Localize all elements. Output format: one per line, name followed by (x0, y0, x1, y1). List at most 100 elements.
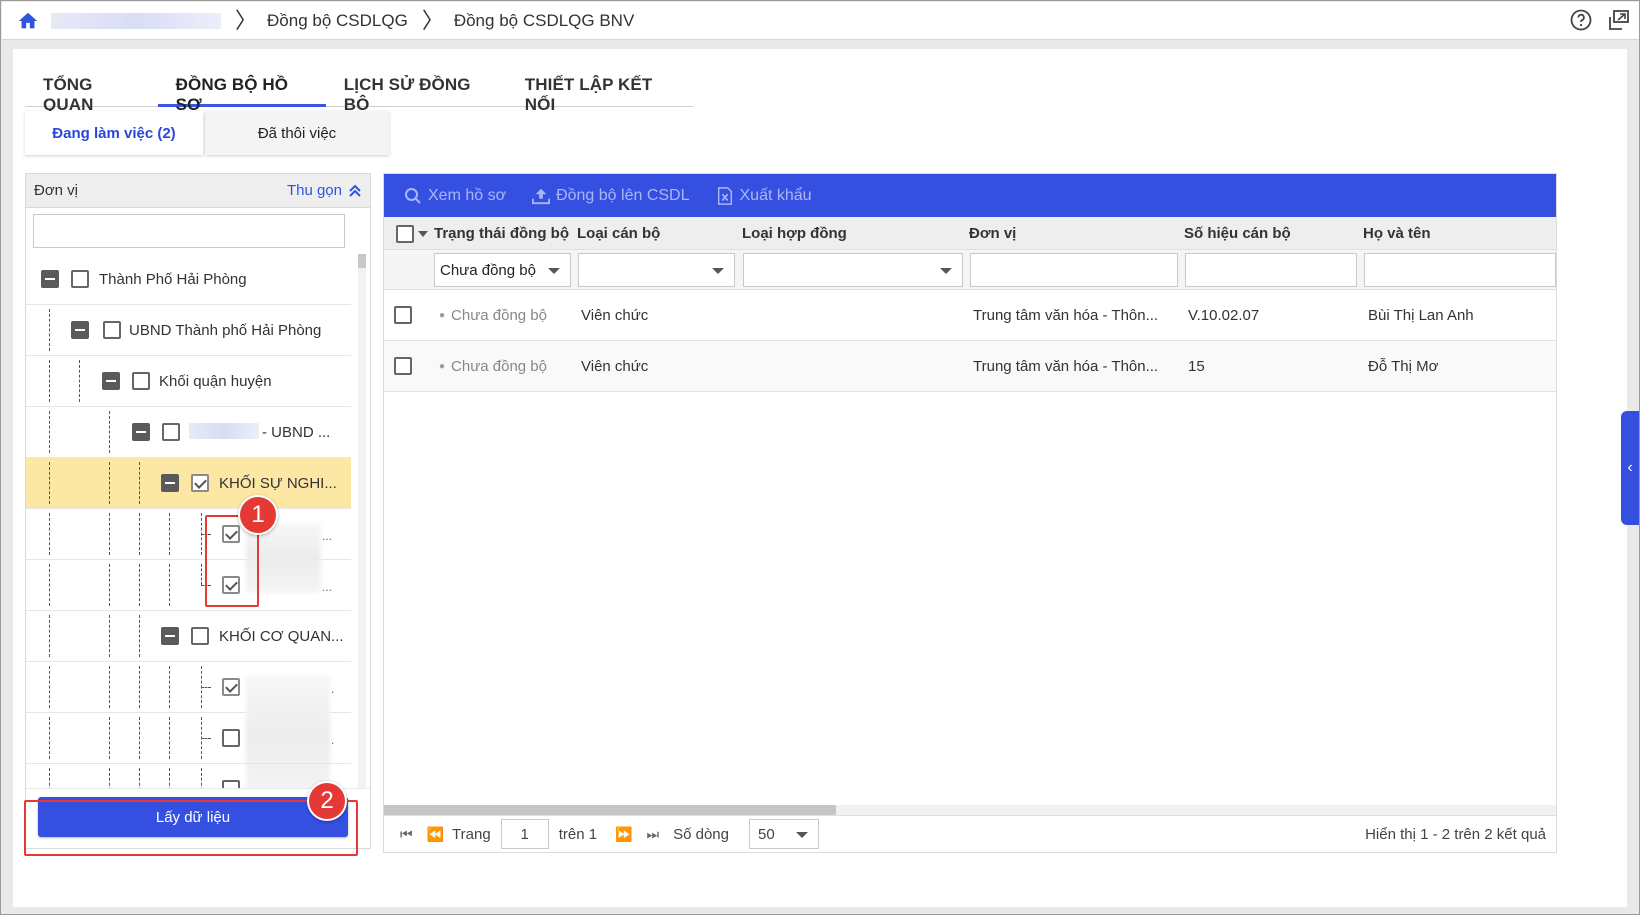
tree-checkbox[interactable] (132, 372, 150, 390)
tree-node-khoi-su-nghiep[interactable]: KHỐI SỰ NGHI... (26, 458, 351, 509)
select-menu-caret-icon[interactable] (418, 231, 428, 237)
export-label: Xuất khẩu (739, 186, 812, 204)
subtab-quit[interactable]: Đã thôi việc (205, 111, 389, 155)
next-page-icon[interactable]: ⏩ (615, 826, 632, 843)
collapse-node-icon[interactable] (71, 321, 89, 339)
status-filter-select[interactable]: Chưa đồng bộ (434, 253, 571, 287)
collapse-node-icon[interactable] (161, 627, 179, 645)
rows-per-page-label: Số dòng (673, 825, 729, 843)
tree-guide (109, 411, 110, 453)
tree-node-thanh-pho[interactable]: Thành Phố Hải Phòng (26, 254, 351, 305)
main-panel: TỔNG QUAN ĐỒNG BỘ HỒ SƠ LỊCH SỬ ĐỒNG BỘ … (13, 49, 1627, 907)
tab-sync-records[interactable]: ĐỒNG BỘ HỒ SƠ (157, 67, 326, 114)
staff-no-filter-input[interactable] (1185, 253, 1357, 287)
popout-icon[interactable] (1607, 8, 1631, 32)
grid-scrollbar-thumb[interactable] (384, 805, 836, 815)
unit-tree-header: Đơn vị Thu gọn (26, 174, 370, 208)
page-label: Trang (452, 825, 491, 843)
tree-checkbox[interactable] (191, 474, 209, 492)
page-number-input[interactable]: 1 (500, 819, 549, 849)
row-checkbox[interactable] (394, 357, 412, 375)
table-row[interactable]: Chưa đồng bộ Viên chức Trung tâm văn hóa… (384, 290, 1556, 341)
main-tabs: TỔNG QUAN ĐỒNG BỘ HỒ SƠ LỊCH SỬ ĐỒNG BỘ … (25, 67, 693, 114)
tree-node-khoi-co-quan[interactable]: KHỐI CƠ QUAN... (26, 611, 351, 662)
first-page-icon[interactable]: ⏮ (400, 826, 413, 843)
column-header-staff-no[interactable]: Số hiệu cán bộ (1184, 225, 1291, 242)
row-checkbox[interactable] (394, 306, 412, 324)
help-icon[interactable] (1569, 8, 1593, 32)
export-button[interactable]: Xuất khẩu (716, 187, 812, 205)
unit-filter-input[interactable] (970, 253, 1178, 287)
chevron-left-icon: ‹ (1627, 459, 1633, 476)
unit-tree-title: Đơn vị (34, 182, 79, 199)
row-status: Chưa đồng bộ (439, 307, 547, 324)
collapse-node-icon[interactable] (41, 270, 59, 288)
row-unit: Trung tâm văn hóa - Thôn... (973, 307, 1159, 324)
tree-node-khoi-quan-huyen[interactable]: Khối quận huyện (26, 356, 351, 407)
row-unit: Trung tâm văn hóa - Thôn... (973, 358, 1159, 375)
tree-scrollbar[interactable] (358, 254, 366, 848)
tab-connection-settings[interactable]: THIẾT LẬP KẾT NỐI (507, 67, 693, 114)
tree-guide (169, 666, 170, 708)
tree-guide (109, 564, 110, 606)
name-filter-input[interactable] (1364, 253, 1556, 287)
table-row[interactable]: Chưa đồng bộ Viên chức Trung tâm văn hóa… (384, 341, 1556, 392)
contract-type-filter-select[interactable] (743, 253, 963, 287)
column-header-name[interactable]: Họ và tên (1363, 225, 1431, 242)
tree-node-leaf[interactable]: ... (26, 509, 351, 593)
tree-checkbox[interactable] (103, 321, 121, 339)
tree-guide (49, 717, 50, 759)
tree-guide (109, 615, 110, 657)
column-header-staff-type[interactable]: Loại cán bộ (577, 225, 660, 242)
chevron-down-icon (712, 268, 724, 274)
tree-checkbox[interactable] (191, 627, 209, 645)
tree-node-ubnd[interactable]: - UBND ... (26, 407, 351, 458)
tree-checkbox[interactable] (162, 423, 180, 441)
prev-page-icon[interactable]: ⏪ (427, 826, 444, 843)
select-all-checkbox[interactable] (396, 225, 414, 243)
collapse-button[interactable]: Thu gọn (287, 182, 362, 199)
tree-node-leaf[interactable]: ... (26, 560, 351, 611)
tree-scrollbar-thumb[interactable] (358, 254, 366, 268)
last-page-icon[interactable]: ⏭ (646, 826, 659, 843)
rows-per-page-value: 50 (757, 826, 775, 843)
side-panel-toggle[interactable]: ‹ (1621, 411, 1639, 525)
tree-node-leaf[interactable]: . (26, 713, 351, 764)
tree-node-leaf[interactable]: . (26, 662, 351, 796)
chevron-down-icon (548, 268, 560, 274)
tree-checkbox[interactable] (222, 678, 240, 696)
breadcrumb-chevron-icon: 〉 (421, 7, 444, 33)
view-record-button[interactable]: Xem hồ sơ (404, 187, 506, 205)
tree-node-ubnd-thanh-pho[interactable]: UBND Thành phố Hải Phòng (26, 305, 351, 356)
tree-checkbox[interactable] (222, 729, 240, 747)
tree-checkbox[interactable] (71, 270, 89, 288)
tree-guide (139, 717, 140, 759)
grid-horizontal-scrollbar[interactable] (384, 805, 1556, 815)
column-header-status[interactable]: Trạng thái đồng bộ (434, 225, 569, 242)
home-icon[interactable] (17, 10, 39, 32)
rows-per-page-select[interactable]: 50 (748, 819, 819, 849)
column-header-contract-type[interactable]: Loại hợp đồng (742, 225, 847, 242)
tree-node-label: . (331, 733, 335, 747)
staff-type-filter-select[interactable] (578, 253, 735, 287)
row-status: Chưa đồng bộ (439, 358, 547, 375)
breadcrumb-item[interactable]: Đồng bộ CSDLQG (267, 11, 408, 31)
sync-to-db-button[interactable]: Đồng bộ lên CSDL (532, 187, 690, 205)
search-icon (405, 187, 421, 204)
collapse-node-icon[interactable] (132, 423, 150, 441)
tab-sync-history[interactable]: LỊCH SỬ ĐỒNG BỘ (326, 67, 507, 114)
tree-guide (109, 462, 110, 504)
tree-node-label: . (331, 682, 335, 696)
row-staff-no: V.10.02.07 (1188, 307, 1260, 324)
tree-guide (49, 360, 50, 402)
unit-search-input[interactable] (33, 214, 345, 248)
tree-guide (49, 666, 50, 708)
breadcrumb-redacted (51, 12, 221, 29)
subtab-working[interactable]: Đang làm việc (2) (25, 111, 203, 155)
row-staff-type: Viên chức (581, 358, 649, 375)
tab-overview[interactable]: TỔNG QUAN (25, 67, 158, 114)
grid-toolbar: Xem hồ sơ Đồng bộ lên CSDL Xuất khẩu (384, 174, 1556, 217)
collapse-node-icon[interactable] (102, 372, 120, 390)
collapse-node-icon[interactable] (161, 474, 179, 492)
column-header-unit[interactable]: Đơn vị (969, 225, 1016, 242)
